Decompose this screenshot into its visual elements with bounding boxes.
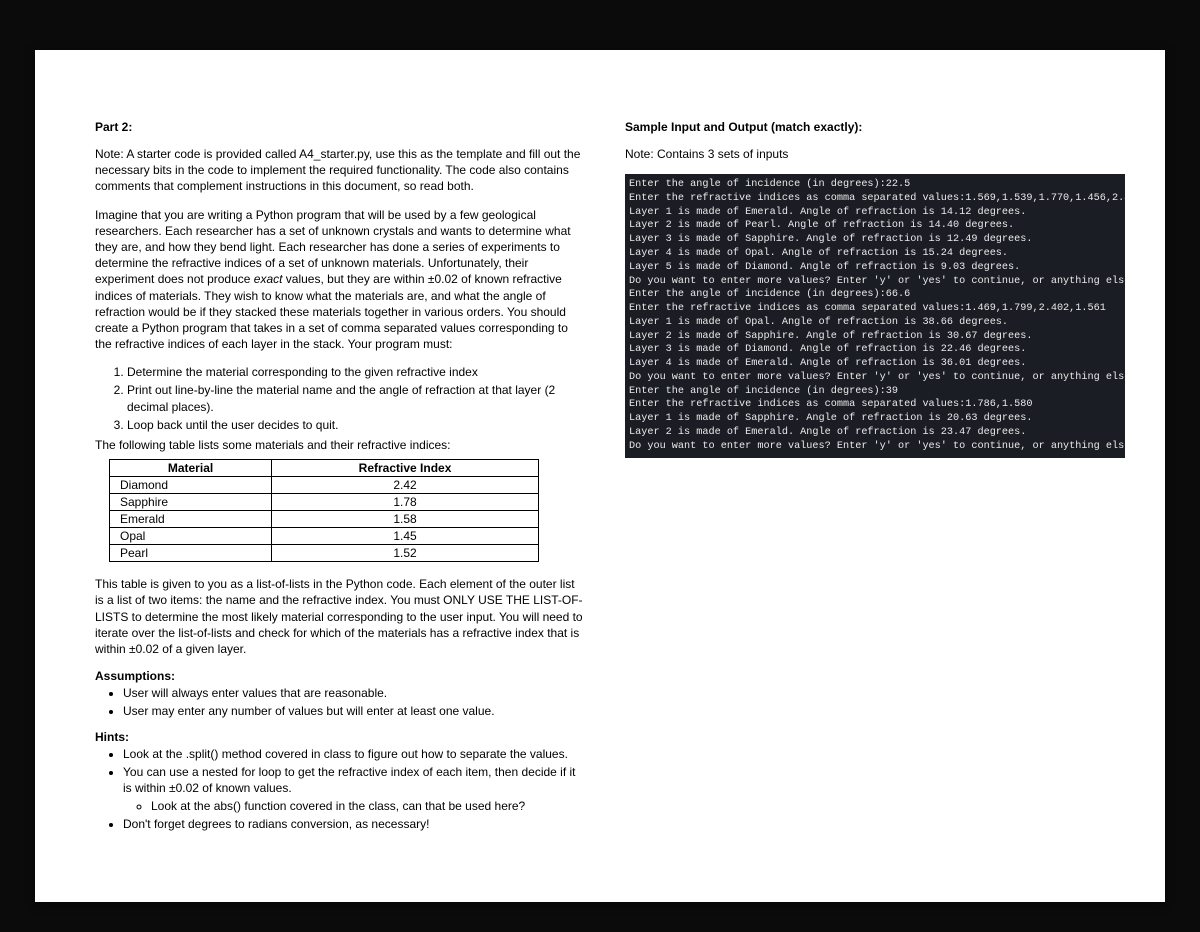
table-row: Emerald 1.58 xyxy=(110,511,539,528)
col-header-index: Refractive Index xyxy=(272,460,539,477)
table-row: Pearl 1.52 xyxy=(110,545,539,562)
starter-note: Note: A starter code is provided called … xyxy=(95,146,585,195)
mat-val: 1.58 xyxy=(272,511,539,528)
assumptions-list: User will always enter values that are r… xyxy=(95,685,585,719)
table-row: Diamond 2.42 xyxy=(110,477,539,494)
mat-val: 2.42 xyxy=(272,477,539,494)
list-item: Loop back until the user decides to quit… xyxy=(127,417,585,433)
list-item: You can use a nested for loop to get the… xyxy=(123,764,585,815)
list-item: Print out line-by-line the material name… xyxy=(127,382,585,414)
mat-val: 1.78 xyxy=(272,494,539,511)
mat-name: Diamond xyxy=(110,477,272,494)
assumptions-label-text: Assumptions xyxy=(95,669,171,683)
sample-io-heading: Sample Input and Output (match exactly): xyxy=(625,120,1125,134)
scenario-paragraph: Imagine that you are writing a Python pr… xyxy=(95,207,585,353)
sample-io-note: Note: Contains 3 sets of inputs xyxy=(625,146,1125,162)
list-item: User may enter any number of values but … xyxy=(123,703,585,719)
list-item: Don't forget degrees to radians conversi… xyxy=(123,816,585,832)
list-item: Determine the material corresponding to … xyxy=(127,364,585,380)
right-column: Sample Input and Output (match exactly):… xyxy=(625,120,1125,842)
table-header-row: Material Refractive Index xyxy=(110,460,539,477)
list-item: Look at the .split() method covered in c… xyxy=(123,746,585,762)
mat-val: 1.52 xyxy=(272,545,539,562)
mat-val: 1.45 xyxy=(272,528,539,545)
hints-heading: Hints: xyxy=(95,730,585,744)
material-table: Material Refractive Index Diamond 2.42 S… xyxy=(109,459,539,562)
part-heading: Part 2: xyxy=(95,120,585,134)
mat-name: Pearl xyxy=(110,545,272,562)
assumptions-heading: Assumptions: xyxy=(95,669,585,683)
left-column: Part 2: Note: A starter code is provided… xyxy=(95,120,585,842)
hint-sublist: Look at the abs() function covered in th… xyxy=(123,798,585,814)
table-row: Sapphire 1.78 xyxy=(110,494,539,511)
document-page: Part 2: Note: A starter code is provided… xyxy=(35,50,1165,902)
mat-name: Sapphire xyxy=(110,494,272,511)
table-row: Opal 1.45 xyxy=(110,528,539,545)
hints-list: Look at the .split() method covered in c… xyxy=(95,746,585,833)
exact-word: exact xyxy=(254,272,283,286)
mat-name: Emerald xyxy=(110,511,272,528)
mat-name: Opal xyxy=(110,528,272,545)
list-item: User will always enter values that are r… xyxy=(123,685,585,701)
requirements-list: Determine the material corresponding to … xyxy=(95,364,585,433)
after-table-paragraph: This table is given to you as a list-of-… xyxy=(95,576,585,657)
table-intro: The following table lists some materials… xyxy=(95,437,585,453)
pdf-viewer-topbar xyxy=(0,0,1200,32)
col-header-material: Material xyxy=(110,460,272,477)
list-item: Look at the abs() function covered in th… xyxy=(151,798,585,814)
terminal-output: Enter the angle of incidence (in degrees… xyxy=(625,174,1125,457)
